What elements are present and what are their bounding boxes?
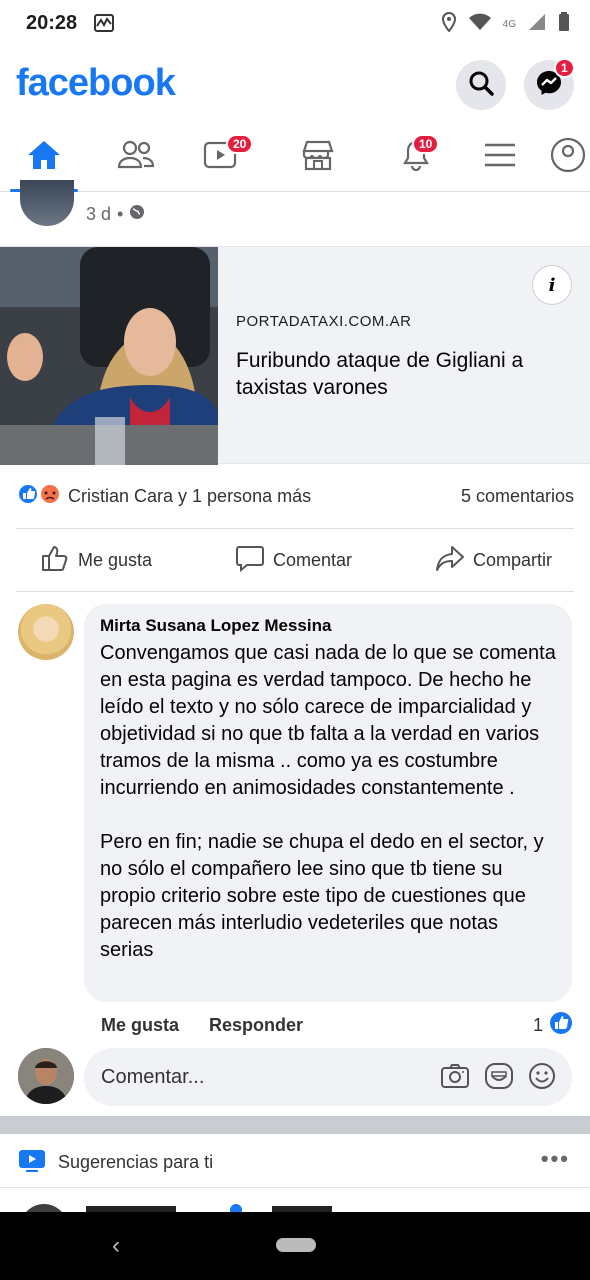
watch-badge: 20 — [226, 134, 254, 154]
comment-icon — [235, 544, 265, 577]
like-reaction-icon — [16, 482, 61, 511]
suggestions-header: Sugerencias para ti ••• — [0, 1134, 590, 1188]
comment-like-count-value: 1 — [532, 1014, 543, 1035]
tab-profile[interactable] — [548, 124, 590, 190]
reactions-summary[interactable]: Cristian Cara y 1 persona más 5 comentar… — [16, 478, 574, 514]
like-label: Me gusta — [78, 549, 153, 570]
profile-icon — [548, 137, 588, 178]
messenger-badge: 1 — [554, 58, 575, 78]
signal-icon — [528, 13, 546, 36]
post-age[interactable]: 3 d — [86, 204, 111, 225]
sticker-icon[interactable] — [484, 1062, 514, 1095]
comment-reply-button[interactable]: Responder — [209, 1015, 303, 1036]
share-icon — [435, 544, 465, 577]
comment-text: Convengamos que casi nada de lo que se c… — [100, 642, 556, 961]
info-button[interactable]: i — [532, 265, 572, 305]
feed-divider — [0, 1116, 590, 1134]
marketplace-icon — [300, 139, 336, 176]
comment-author[interactable]: Mirta Susana Lopez Messina — [100, 616, 556, 636]
comment-button[interactable]: Comentar — [235, 544, 352, 577]
tab-friends[interactable] — [96, 124, 176, 190]
comment-label: Comentar — [273, 549, 353, 570]
comment-input[interactable]: Comentar... — [84, 1048, 572, 1106]
comment-like-button[interactable]: Me gusta — [101, 1015, 179, 1036]
activity-icon — [94, 14, 114, 37]
share-button[interactable]: Compartir — [435, 544, 552, 577]
menu-icon — [483, 141, 517, 174]
tab-bar: 20 10 — [0, 124, 590, 192]
globe-icon — [129, 204, 145, 225]
wifi-icon — [468, 13, 491, 36]
messenger-button[interactable]: 1 — [524, 58, 575, 110]
link-title[interactable]: Furibundo ataque de Gigliani a taxistas … — [236, 347, 566, 401]
search-icon — [468, 70, 494, 101]
friends-icon — [117, 139, 155, 176]
comment-actions: Me gusta Responder 1 — [101, 1011, 573, 1040]
page-avatar[interactable] — [20, 180, 74, 226]
home-pill-button[interactable] — [276, 1238, 316, 1252]
comments-count[interactable]: 5 comentarios — [461, 486, 574, 507]
link-thumbnail — [0, 247, 218, 465]
app-header: facebook 1 — [0, 48, 590, 124]
status-bar: 20:28 4G — [0, 0, 590, 48]
facebook-logo[interactable]: facebook — [16, 62, 176, 105]
status-icons: 4G — [441, 11, 570, 37]
tab-notifications[interactable]: 10 — [376, 124, 456, 190]
like-reaction-icon — [549, 1011, 573, 1040]
status-time: 20:28 — [26, 12, 78, 34]
post-meta: 3 d • — [16, 180, 576, 242]
link-domain: PORTADATAXI.COM.AR — [236, 313, 412, 330]
my-avatar[interactable] — [18, 1048, 74, 1104]
battery-icon — [558, 12, 570, 37]
link-preview-card[interactable]: i PORTADATAXI.COM.AR Furibundo ataque de… — [0, 246, 590, 465]
more-options-button[interactable]: ••• — [541, 1146, 570, 1172]
system-nav-bar: ‹ — [0, 1212, 590, 1280]
comment-placeholder: Comentar... — [101, 1066, 205, 1088]
thumbs-up-icon — [40, 544, 70, 577]
post-actions: Me gusta Comentar Compartir — [16, 528, 574, 592]
location-icon — [441, 11, 457, 37]
home-icon — [26, 139, 62, 176]
network-type: 4G — [502, 19, 516, 30]
like-button[interactable]: Me gusta — [40, 544, 152, 577]
comment-like-count[interactable]: 1 — [533, 1011, 573, 1040]
next-post-partial — [0, 1188, 590, 1212]
commenter-avatar[interactable] — [18, 604, 74, 660]
share-label: Compartir — [472, 549, 552, 570]
tab-watch[interactable]: 20 — [180, 124, 260, 190]
emoji-icon[interactable] — [528, 1062, 556, 1095]
tab-marketplace[interactable] — [278, 124, 358, 190]
tab-menu[interactable] — [460, 124, 540, 190]
watch-icon — [18, 1148, 46, 1179]
reactions-names[interactable]: Cristian Cara y 1 persona más — [68, 486, 311, 507]
suggestions-label: Sugerencias para ti — [58, 1152, 214, 1172]
search-button[interactable] — [456, 60, 506, 110]
comment-bubble[interactable]: Mirta Susana Lopez Messina Convengamos q… — [84, 604, 572, 1002]
back-icon[interactable]: ‹ — [112, 1232, 120, 1260]
notifications-badge: 10 — [412, 134, 440, 154]
camera-icon[interactable] — [440, 1062, 470, 1095]
